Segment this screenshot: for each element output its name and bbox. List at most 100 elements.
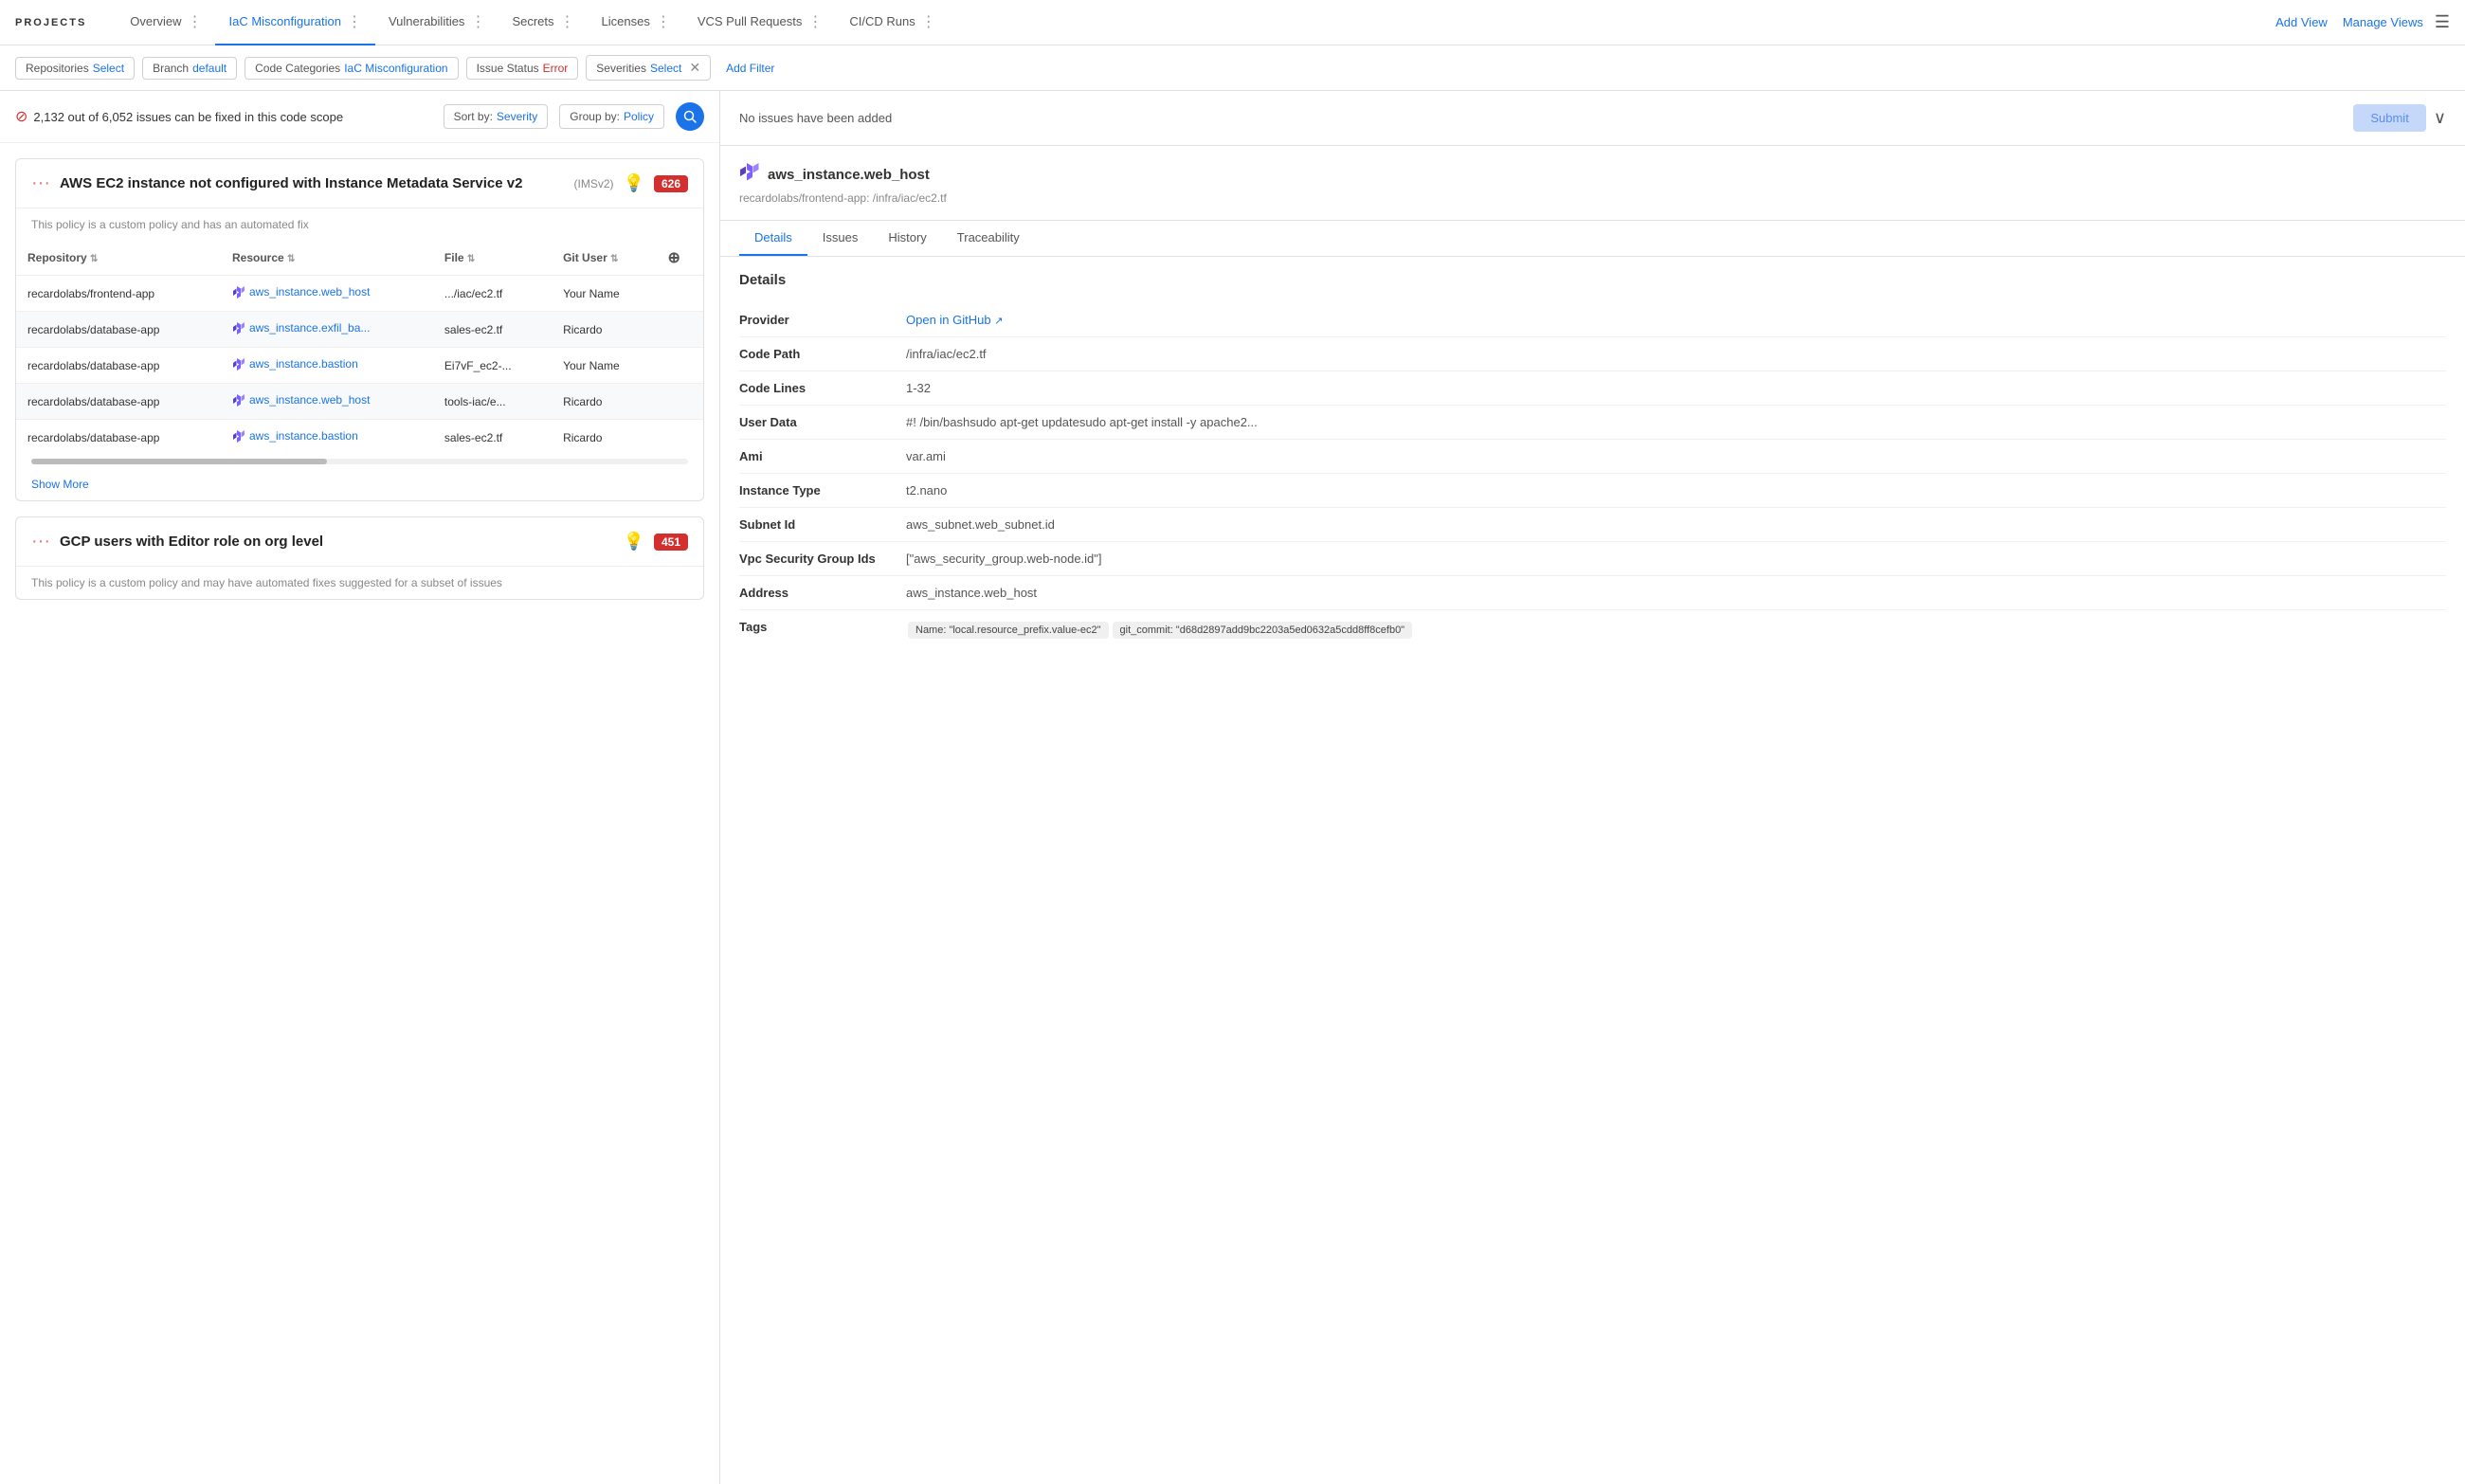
tag-chip: git_commit: "d68d2897add9bc2203a5ed0632a… [1113, 622, 1413, 639]
no-issues-text: No issues have been added [739, 111, 892, 125]
cell-resource[interactable]: aws_instance.web_host [221, 276, 433, 312]
cell-resource[interactable]: aws_instance.web_host [221, 384, 433, 420]
issue-description-2: This policy is a custom policy and may h… [16, 567, 703, 599]
detail-row: Subnet Idaws_subnet.web_subnet.id [739, 508, 2446, 542]
top-nav: PROJECTS Overview ⋮ IaC Misconfiguration… [0, 0, 2465, 45]
file-sort-icon[interactable]: ⇅ [467, 254, 475, 264]
tab-history[interactable]: History [873, 221, 941, 256]
nav-vulnerabilities[interactable]: Vulnerabilities ⋮ [375, 0, 498, 45]
issue-title-1: AWS EC2 instance not configured with Ins… [60, 175, 561, 191]
detail-row: Address aws_instance.web_host [739, 576, 2446, 610]
col-add[interactable]: ⊕ [657, 241, 703, 276]
detail-row: User Data #! /bin/bashsudo apt-get update… [739, 406, 2446, 440]
issue-title-2: GCP users with Editor role on org level [60, 534, 614, 550]
cell-resource[interactable]: aws_instance.bastion [221, 420, 433, 456]
bulb-icon[interactable]: 💡 [624, 173, 644, 193]
resource-path: recardolabs/frontend-app: /infra/iac/ec2… [739, 191, 2446, 205]
bulb2-icon[interactable]: 💡 [624, 532, 644, 552]
nav-secrets[interactable]: Secrets ⋮ [498, 0, 588, 45]
submit-button[interactable]: Submit [2353, 104, 2425, 132]
issue2-dot-icon: ··· [31, 531, 50, 552]
issues-count-text: 2,132 out of 6,052 issues can be fixed i… [33, 110, 343, 124]
nav-overview[interactable]: Overview ⋮ [117, 0, 215, 45]
filter-repositories[interactable]: Repositories Select [15, 57, 135, 80]
issue-description-1: This policy is a custom policy and has a… [16, 208, 703, 241]
filter-issue-status[interactable]: Issue Status Error [466, 57, 579, 80]
cell-resource[interactable]: aws_instance.bastion [221, 348, 433, 384]
detail-key: User Data [739, 415, 891, 429]
resource-sort-icon[interactable]: ⇅ [287, 254, 295, 264]
search-icon [683, 110, 697, 123]
detail-value: var.ami [906, 449, 2446, 463]
overview-dots-icon[interactable]: ⋮ [187, 12, 202, 31]
resource-header: aws_instance.web_host recardolabs/fronte… [720, 146, 2465, 221]
issue-badge-1: 626 [654, 175, 688, 192]
col-git-user: Git User ⇅ [552, 241, 656, 276]
detail-link[interactable]: Open in GitHub ↗ [906, 313, 1003, 327]
submit-bar: No issues have been added Submit ∨ [720, 91, 2465, 146]
search-button[interactable] [676, 102, 704, 131]
table-row: recardolabs/frontend-app aws_instance.we… [16, 276, 703, 312]
vuln-dots-icon[interactable]: ⋮ [470, 12, 485, 31]
detail-value: t2.nano [906, 483, 2446, 498]
resource-title-text: aws_instance.web_host [768, 167, 930, 183]
issue-card-1: ··· AWS EC2 instance not configured with… [15, 158, 704, 501]
detail-value: aws_instance.web_host [906, 586, 2446, 600]
iac-dots-icon[interactable]: ⋮ [347, 12, 362, 31]
add-filter-button[interactable]: Add Filter [718, 58, 782, 79]
filter-severities[interactable]: Severities Select ✕ [586, 55, 711, 81]
detail-value: #! /bin/bashsudo apt-get updatesudo apt-… [906, 415, 2446, 429]
issue-card-2: ··· GCP users with Editor role on org le… [15, 516, 704, 600]
detail-row: Instance Type t2.nano [739, 474, 2446, 508]
filter-branch[interactable]: Branch default [142, 57, 237, 80]
add-view-button[interactable]: Add View [2275, 15, 2328, 29]
detail-tabs: DetailsIssuesHistoryTraceability [720, 221, 2465, 257]
licenses-dots-icon[interactable]: ⋮ [656, 12, 671, 31]
hamburger-icon[interactable]: ☰ [2435, 12, 2450, 32]
tab-details[interactable]: Details [739, 221, 807, 256]
show-more-button[interactable]: Show More [16, 468, 104, 500]
detail-key: Ami [739, 449, 891, 463]
detail-row: Code Path/infra/iac/ec2.tf [739, 337, 2446, 371]
severities-close-icon[interactable]: ✕ [689, 60, 700, 76]
table-row: recardolabs/database-app aws_instance.ba… [16, 420, 703, 456]
detail-value: Open in GitHub ↗ [906, 313, 2446, 327]
col-repository: Repository ⇅ [16, 241, 221, 276]
cell-resource[interactable]: aws_instance.exfil_ba... [221, 312, 433, 348]
tab-traceability[interactable]: Traceability [942, 221, 1035, 256]
projects-logo: PROJECTS [15, 17, 101, 28]
manage-views-button[interactable]: Manage Views [2343, 15, 2423, 29]
detail-row: TagsName: "local.resource_prefix.value-e… [739, 610, 2446, 650]
detail-key: Code Lines [739, 381, 891, 395]
repo-sort-icon[interactable]: ⇅ [90, 254, 98, 264]
issue-dot-icon: ··· [31, 172, 50, 194]
left-panel: ⊘ 2,132 out of 6,052 issues can be fixed… [0, 91, 720, 1484]
detail-key: Address [739, 586, 891, 600]
cell-file: tools-iac/e... [433, 384, 552, 420]
detail-key: Subnet Id [739, 517, 891, 532]
nav-cicd[interactable]: CI/CD Runs ⋮ [836, 0, 949, 45]
detail-key: Instance Type [739, 483, 891, 498]
cicd-dots-icon[interactable]: ⋮ [921, 12, 936, 31]
cell-user: Your Name [552, 276, 656, 312]
nav-iac[interactable]: IaC Misconfiguration ⋮ [215, 0, 375, 45]
nav-licenses[interactable]: Licenses ⋮ [589, 0, 684, 45]
detail-key: Code Path [739, 347, 891, 361]
detail-row: Vpc Security Group Ids["aws_security_gro… [739, 542, 2446, 576]
detail-value: ["aws_security_group.web-node.id"] [906, 552, 2446, 566]
sort-button[interactable]: Sort by: Severity [444, 104, 549, 129]
nav-vcs[interactable]: VCS Pull Requests ⋮ [684, 0, 837, 45]
vcs-dots-icon[interactable]: ⋮ [807, 12, 823, 31]
user-sort-icon[interactable]: ⇅ [610, 254, 618, 264]
detail-key: Tags [739, 620, 891, 634]
cell-file: Ei7vF_ec2-... [433, 348, 552, 384]
tab-issues[interactable]: Issues [807, 221, 874, 256]
details-title: Details [739, 272, 2446, 288]
chevron-down-button[interactable]: ∨ [2434, 108, 2446, 128]
table-row: recardolabs/database-app aws_instance.ba… [16, 348, 703, 384]
table-scrollbar[interactable] [31, 459, 688, 464]
secrets-dots-icon[interactable]: ⋮ [560, 12, 575, 31]
cell-user: Your Name [552, 348, 656, 384]
filter-code-categories[interactable]: Code Categories IaC Misconfiguration [245, 57, 458, 80]
group-button[interactable]: Group by: Policy [559, 104, 664, 129]
